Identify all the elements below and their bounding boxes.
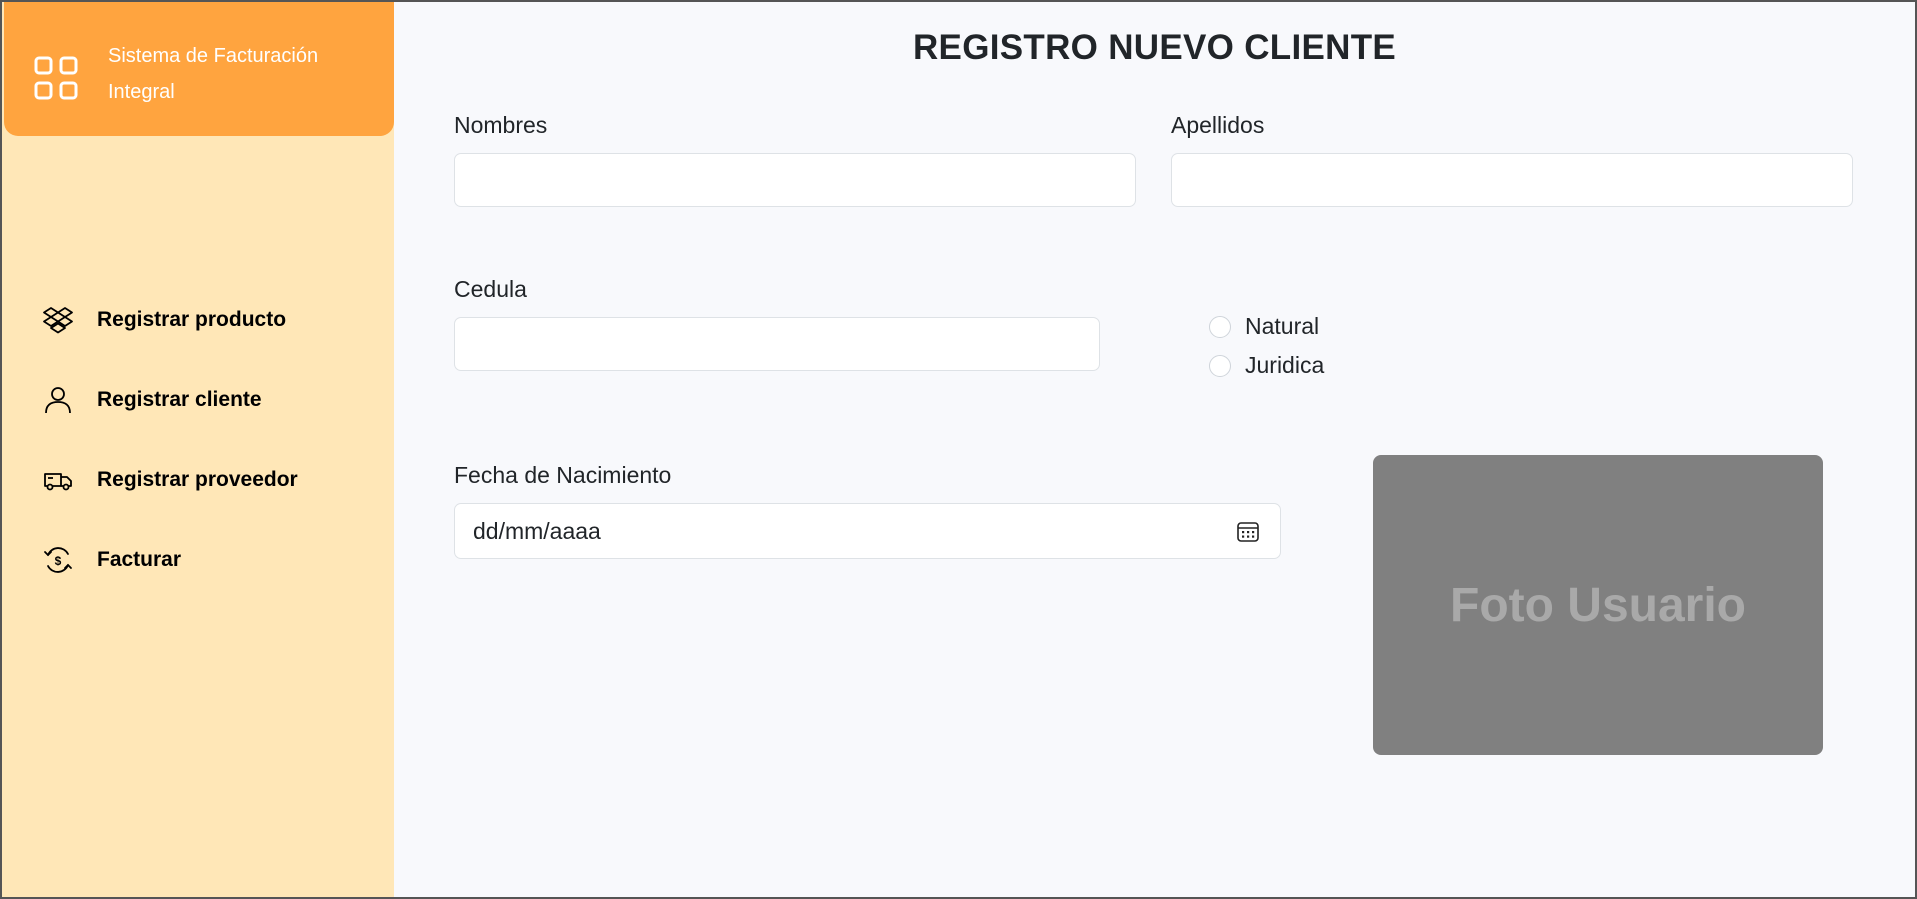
user-photo-placeholder[interactable]: Foto Usuario — [1373, 455, 1823, 755]
nombres-input[interactable] — [454, 153, 1136, 207]
grid-icon — [34, 56, 78, 100]
radio-juridica-label: Juridica — [1245, 352, 1325, 378]
cedula-label: Cedula — [454, 276, 527, 302]
user-icon — [42, 385, 74, 415]
page-title: REGISTRO NUEVO CLIENTE — [912, 28, 1397, 67]
brand-header[interactable]: Sistema de Facturación Integral — [4, 2, 394, 136]
sidebar-item-label: Registrar proveedor — [97, 468, 298, 491]
cash-cycle-icon: $ — [42, 545, 74, 575]
dropbox-icon — [42, 305, 74, 335]
sidebar-item-registrar-cliente[interactable]: Registrar cliente — [2, 360, 394, 440]
brand-title: Sistema de Facturación Integral — [108, 45, 319, 103]
radio-juridica-circle[interactable] — [1209, 354, 1231, 377]
main-content: REGISTRO NUEVO CLIENTE Nombres Apellidos… — [394, 2, 1915, 897]
cedula-input[interactable] — [454, 317, 1100, 371]
sidebar-item-registrar-producto[interactable]: Registrar producto — [2, 280, 394, 360]
sidebar-item-registrar-proveedor[interactable]: Registrar proveedor — [2, 440, 394, 520]
sidebar-item-label: Registrar producto — [97, 308, 287, 331]
sidebar-item-label: Registrar cliente — [97, 388, 262, 411]
radio-juridica[interactable]: Juridica — [1209, 352, 1324, 379]
app-window: Sistema de Facturación Integral Registra… — [2, 2, 1915, 897]
radio-natural-label: Natural — [1245, 313, 1320, 339]
photo-label: Foto Usuario — [1450, 578, 1746, 632]
apellidos-label: Apellidos — [1171, 112, 1265, 138]
radio-natural[interactable]: Natural — [1209, 313, 1319, 340]
svg-text:$: $ — [55, 554, 62, 568]
sidebar: Sistema de Facturación Integral Registra… — [2, 2, 394, 897]
sidebar-item-facturar[interactable]: $ Facturar — [2, 520, 394, 600]
sidebar-nav: Registrar producto Registrar cliente Reg… — [2, 280, 394, 600]
nombres-label: Nombres — [454, 112, 548, 138]
fecha-nacimiento-label: Fecha de Nacimiento — [454, 462, 672, 488]
date-placeholder: dd/mm/aaaa — [473, 518, 601, 544]
radio-natural-circle[interactable] — [1209, 315, 1231, 338]
calendar-icon[interactable] — [1236, 519, 1260, 543]
truck-icon — [42, 465, 74, 495]
apellidos-input[interactable] — [1171, 153, 1853, 207]
sidebar-item-label: Facturar — [97, 548, 182, 571]
fecha-nacimiento-input[interactable]: dd/mm/aaaa — [454, 503, 1281, 559]
